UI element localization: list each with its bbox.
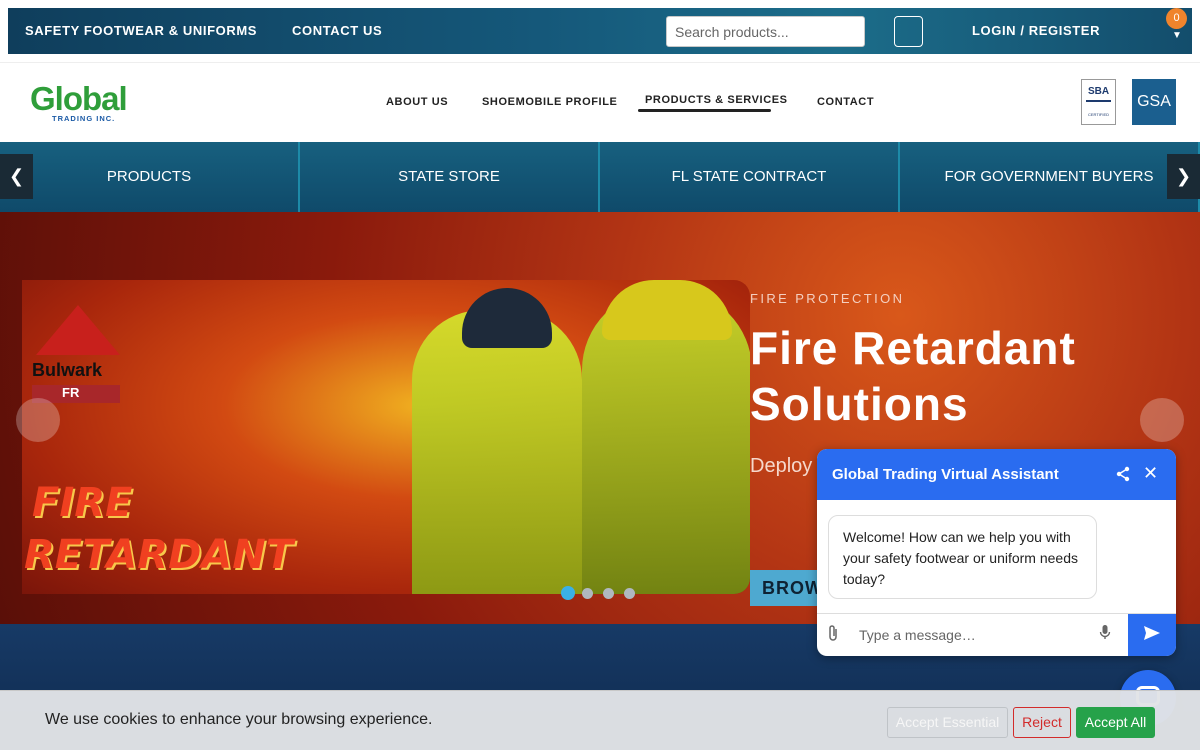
category-fl-state-contract[interactable]: FL STATE CONTRACT (600, 142, 900, 212)
nav-shoemobile-profile[interactable]: SHOEMOBILE PROFILE (482, 96, 617, 108)
image-text-fire: FIRE (32, 480, 133, 526)
category-state-store[interactable]: STATE STORE (300, 142, 600, 212)
nav-active-indicator (638, 109, 771, 112)
slide-next-button[interactable] (1140, 398, 1184, 442)
reject-button[interactable]: Reject (1013, 707, 1071, 738)
category-government-buyers[interactable]: FOR GOVERNMENT BUYERS (900, 142, 1200, 212)
logo-word: Global (30, 80, 128, 117)
chat-header: Global Trading Virtual Assistant ✕ (817, 449, 1176, 500)
slider-dot[interactable] (582, 588, 593, 599)
user-icon[interactable] (894, 16, 923, 47)
login-register-link[interactable]: LOGIN / REGISTER (972, 23, 1100, 38)
search-input[interactable] (666, 16, 865, 47)
paperclip-icon[interactable] (827, 624, 839, 647)
chat-message-input[interactable] (857, 620, 1087, 650)
category-products[interactable]: PRODUCTS (0, 142, 300, 212)
slider-dot[interactable] (624, 588, 635, 599)
nav-contact[interactable]: CONTACT (817, 96, 874, 108)
firefighter-figure (412, 310, 582, 594)
slider-dot[interactable] (561, 586, 575, 600)
cookie-text: We use cookies to enhance your browsing … (45, 711, 433, 728)
share-icon[interactable] (1115, 466, 1131, 487)
close-icon[interactable]: ✕ (1143, 463, 1158, 484)
hero-image: Bulwark FR FIRE RETARDANT (22, 280, 750, 594)
send-icon[interactable] (1128, 614, 1176, 656)
category-next-arrow[interactable]: ❯ (1167, 154, 1200, 199)
logo-subtitle: TRADING INC. (52, 114, 116, 123)
cart-count-badge: 0 (1166, 8, 1187, 29)
hero-eyebrow: FIRE PROTECTION (750, 291, 905, 306)
bulwark-logo: Bulwark FR (32, 305, 124, 403)
gsa-badge: GSA (1132, 79, 1176, 125)
nav-about-us[interactable]: ABOUT US (386, 96, 448, 108)
image-text-retardant: RETARDANT (24, 532, 293, 578)
category-bar: PRODUCTS STATE STORE FL STATE CONTRACT F… (0, 142, 1200, 212)
sba-badge: SBA CERTIFIED (1081, 79, 1116, 125)
chat-welcome-message: Welcome! How can we help you with your s… (828, 515, 1097, 599)
chat-title: Global Trading Virtual Assistant (832, 466, 1059, 483)
accept-essential-button[interactable]: Accept Essential (887, 707, 1008, 738)
cookie-banner: We use cookies to enhance your browsing … (0, 690, 1200, 750)
main-header: Global TRADING INC. ABOUT US SHOEMOBILE … (0, 62, 1200, 142)
topbar-link-safety-footwear[interactable]: SAFETY FOOTWEAR & UNIFORMS (25, 23, 257, 38)
helmet-shape (602, 280, 732, 340)
top-bar: SAFETY FOOTWEAR & UNIFORMS CONTACT US LO… (8, 8, 1192, 54)
nav-products-services[interactable]: PRODUCTS & SERVICES (645, 94, 788, 106)
accept-all-button[interactable]: Accept All (1076, 707, 1155, 738)
mic-icon[interactable] (1099, 624, 1111, 645)
helmet-shape (462, 288, 552, 348)
cart-button[interactable]: 0 ▼ (1166, 8, 1192, 48)
logo[interactable]: Global TRADING INC. (30, 81, 140, 126)
topbar-link-contact[interactable]: CONTACT US (292, 23, 382, 38)
category-prev-arrow[interactable]: ❮ (0, 154, 33, 199)
hero-title: Fire Retardant Solutions (750, 322, 1076, 430)
slide-prev-button[interactable] (16, 398, 60, 442)
slider-dot[interactable] (603, 588, 614, 599)
chat-input-bar (817, 613, 1176, 656)
chat-widget: Global Trading Virtual Assistant ✕ Welco… (817, 449, 1176, 656)
chevron-down-icon: ▼ (1172, 30, 1182, 41)
